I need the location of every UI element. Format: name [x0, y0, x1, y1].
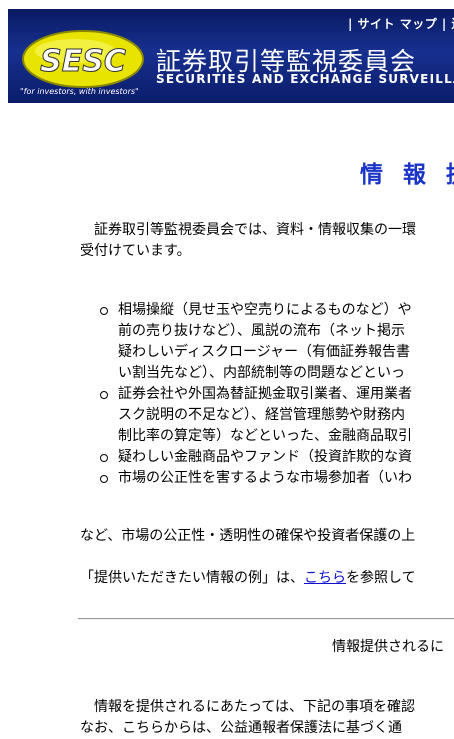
list-item-text: 市場の公正性を害するような市場参加者（いわ: [118, 470, 412, 486]
intro-line-2: 受付けています。: [80, 243, 191, 259]
page-title: 情 報 提: [360, 162, 454, 188]
list-item-text: 制比率の算定等）などといった、金融商品取引: [118, 428, 412, 444]
list-item-text: 前の売り抜けなど）、風説の流布（ネット掲示: [118, 323, 405, 339]
list-item-text: 疑わしい金融商品やファンド（投資詐欺的な資: [118, 449, 412, 465]
bullet-icon: [100, 475, 108, 483]
notice-heading: 情報提供されるに: [332, 639, 444, 655]
list-item-text: 相場操縦（見せ玉や空売りによるものなど）や: [118, 302, 412, 318]
bullet-icon: [100, 454, 108, 462]
list-item-text: 証券会社や外国為替証拠金取引業者、運用業者: [118, 386, 412, 402]
header-links[interactable]: | サイト マップ | 連絡: [348, 15, 454, 32]
bullet-icon: [100, 391, 108, 399]
section-divider: [78, 618, 454, 620]
logo-text: SESC: [40, 44, 126, 79]
logo-tagline: "for investors, with investors": [20, 87, 139, 96]
list-item-text: スク説明の不足など）、経営管理態勢や財務内: [118, 407, 405, 423]
list-item: 証券会社や外国為替証拠金取引業者、運用業者 スク説明の不足など）、経営管理態勢や…: [100, 384, 412, 447]
examples-link[interactable]: こちら: [304, 570, 346, 586]
examples-suffix: を参照して: [346, 570, 416, 586]
sesc-logo[interactable]: SESC: [20, 29, 146, 89]
note-line-1: 情報を提供されるにあたっては、下記の事項を確認: [80, 699, 416, 715]
examples-prefix: 「提供いただきたい情報の例」は、: [80, 570, 304, 586]
list-item-text: い割当先など）、内部統制等の問題などといっ: [118, 365, 405, 381]
list-item: 相場操縦（見せ玉や空売りによるものなど）や 前の売り抜けなど）、風説の流布（ネッ…: [100, 300, 412, 384]
examples-sentence: 「提供いただきたい情報の例」は、こちらを参照して: [80, 568, 416, 589]
list-item: 市場の公正性を害するような市場参加者（いわ: [100, 468, 412, 489]
list-item: 疑わしい金融商品やファンド（投資詐欺的な資: [100, 447, 412, 468]
org-name-en: SECURITIES AND EXCHANGE SURVEILLANCE COI: [156, 72, 454, 86]
site-header-banner: | サイト マップ | 連絡 SESC "for investors, with…: [8, 9, 454, 103]
list-item-text: 疑わしいディスクロージャー（有価証券報告書: [118, 344, 411, 360]
intro-line-1: 証券取引等監視委員会では、資料・情報収集の一環: [80, 222, 416, 238]
info-examples-list: 相場操縦（見せ玉や空売りによるものなど）や 前の売り抜けなど）、風説の流布（ネッ…: [100, 300, 412, 489]
bullet-icon: [100, 307, 108, 315]
closing-line: など、市場の公正性・透明性の確保や投資者保護の上: [80, 528, 416, 544]
